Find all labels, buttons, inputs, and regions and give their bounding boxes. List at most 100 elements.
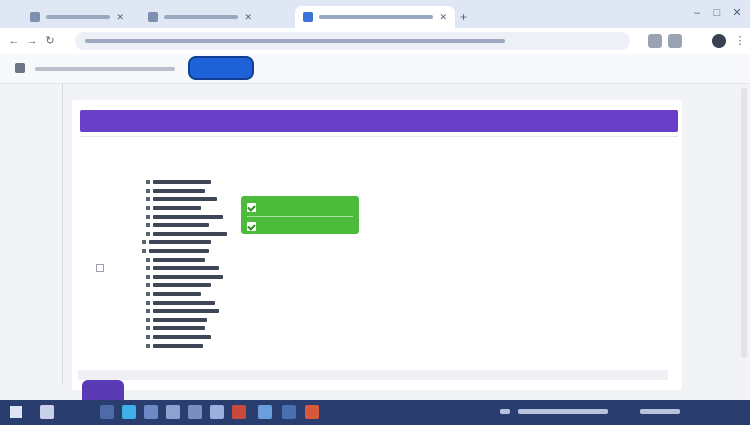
browser-nav-bar: ← → ↻ ⋮ — [0, 28, 750, 54]
browser-tab-active[interactable]: ✕ — [295, 6, 455, 28]
close-window-icon[interactable]: ✕ — [730, 6, 744, 20]
tree-item[interactable] — [138, 281, 238, 290]
maximize-icon[interactable]: □ — [710, 6, 724, 20]
address-bar[interactable] — [75, 32, 630, 50]
tree-item[interactable] — [138, 187, 238, 196]
status-badge — [247, 219, 353, 233]
floating-action-button[interactable] — [82, 380, 124, 402]
clock[interactable] — [705, 404, 735, 420]
tree-item[interactable] — [138, 221, 238, 230]
tree-item-label — [153, 223, 209, 228]
edge-icon[interactable] — [122, 405, 136, 419]
tree-item[interactable] — [138, 247, 238, 256]
tree-item-label — [153, 188, 205, 193]
tree-item[interactable] — [138, 290, 238, 299]
home-icon[interactable] — [15, 63, 25, 73]
tree-item-label — [153, 206, 201, 211]
tree-item[interactable] — [138, 298, 238, 307]
tray-icon[interactable] — [500, 409, 510, 414]
tree-item[interactable] — [138, 264, 238, 273]
minimize-icon[interactable]: – — [690, 6, 704, 20]
bullet-icon — [146, 188, 150, 193]
bullet-icon — [146, 309, 150, 314]
forward-icon[interactable]: → — [26, 35, 38, 47]
tab-title — [164, 15, 239, 19]
profile-icon[interactable] — [668, 34, 682, 48]
card-footer — [78, 370, 668, 380]
close-icon[interactable]: ✕ — [244, 12, 252, 23]
tree-item[interactable] — [138, 212, 238, 221]
system-tray[interactable] — [518, 409, 608, 414]
app-icon[interactable] — [188, 405, 202, 419]
bullet-icon — [146, 180, 150, 185]
tree-item[interactable] — [138, 333, 238, 342]
tree-item-label — [153, 309, 219, 314]
tree-item[interactable] — [138, 307, 238, 316]
scrollbar[interactable] — [741, 88, 747, 358]
tree-item[interactable] — [138, 316, 238, 325]
app-icon[interactable] — [258, 405, 272, 419]
avatar[interactable] — [712, 34, 726, 48]
browser-tab[interactable]: ✕ — [140, 6, 260, 28]
check-icon — [247, 221, 256, 231]
menu-icon[interactable]: ⋮ — [734, 35, 746, 47]
tree-item[interactable] — [138, 255, 238, 264]
tree-item-label — [153, 300, 215, 305]
url-text — [85, 39, 505, 43]
bullet-icon — [146, 317, 150, 322]
bullet-icon — [146, 274, 150, 279]
tree-item[interactable] — [138, 178, 238, 187]
tree-item-label — [153, 343, 203, 348]
file-explorer-icon[interactable] — [166, 405, 180, 419]
bullet-icon — [146, 334, 150, 339]
divider — [62, 84, 63, 384]
app-icon — [30, 12, 40, 22]
task-view-icon[interactable] — [100, 405, 114, 419]
close-icon[interactable]: ✕ — [116, 12, 124, 23]
app-icon[interactable] — [305, 405, 319, 419]
tree-item-label — [153, 274, 223, 279]
tree-item[interactable] — [138, 273, 238, 282]
network-icon[interactable] — [640, 409, 680, 414]
reload-icon[interactable]: ↻ — [44, 35, 56, 47]
bullet-icon — [142, 240, 146, 245]
tree-item-label — [149, 240, 211, 245]
tab-title — [319, 15, 434, 19]
bullet-icon — [146, 257, 150, 262]
tree-item-label — [153, 197, 217, 202]
tree-item-label — [153, 283, 211, 288]
bullet-icon — [146, 292, 150, 297]
bullet-icon — [146, 231, 150, 236]
close-icon[interactable]: ✕ — [439, 12, 447, 23]
tree-item[interactable] — [138, 230, 238, 239]
taskbar — [0, 400, 750, 425]
app-icon[interactable] — [232, 405, 246, 419]
tree-item-label — [153, 334, 211, 339]
browser-tab[interactable]: ✕ — [22, 6, 132, 28]
tree-item[interactable] — [138, 195, 238, 204]
bullet-icon — [146, 300, 150, 305]
search-icon[interactable] — [40, 405, 54, 419]
tree-item[interactable] — [138, 238, 238, 247]
toolbar — [0, 54, 750, 84]
app-icon[interactable] — [210, 405, 224, 419]
tree-item[interactable] — [138, 341, 238, 350]
back-icon[interactable]: ← — [8, 35, 20, 47]
bullet-icon — [142, 249, 146, 254]
status-badge — [247, 200, 353, 214]
tree-item-label — [153, 292, 201, 297]
app-icon[interactable] — [144, 405, 158, 419]
checkbox[interactable] — [96, 264, 104, 272]
windows-start-icon[interactable] — [10, 406, 22, 418]
card-header — [80, 110, 678, 132]
extension-icon[interactable] — [648, 34, 662, 48]
tree-item-label — [153, 257, 205, 262]
tree-item-label — [149, 249, 209, 254]
tree-item-label — [153, 231, 227, 236]
app-icon[interactable] — [282, 405, 296, 419]
new-tab-button[interactable]: + — [460, 10, 467, 24]
primary-action-button[interactable] — [188, 56, 254, 80]
tree-item[interactable] — [138, 204, 238, 213]
tree-item[interactable] — [138, 324, 238, 333]
bullet-icon — [146, 266, 150, 271]
